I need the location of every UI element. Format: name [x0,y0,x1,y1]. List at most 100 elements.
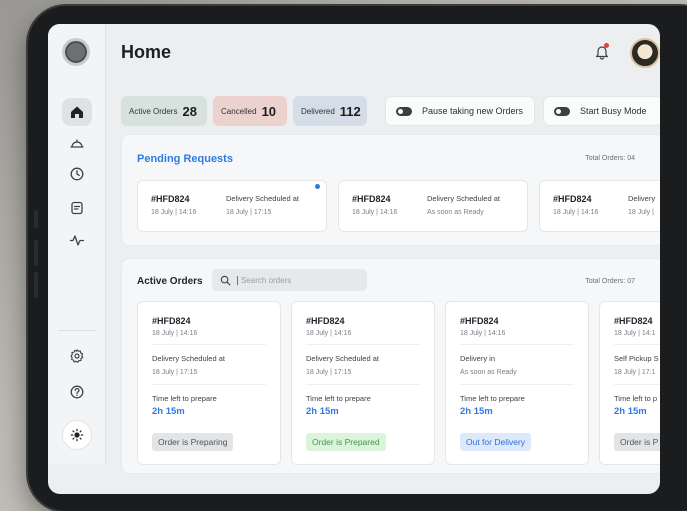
device-volume-up [34,240,38,266]
divider [152,384,266,385]
help-icon [70,385,84,399]
sidebar-divider [58,330,96,331]
toggle-switch[interactable] [396,106,412,116]
sidebar-item-menu[interactable] [62,130,92,158]
order-status-badge[interactable]: Order is Preparing [152,433,234,451]
time-left-value: 2h 15m [152,406,185,417]
stat-label: Cancelled [221,106,257,116]
time-left-label: Time left to prepare [306,394,371,403]
time-left-value: 2h 15m [306,406,339,417]
section-title: Pending Requests [137,153,233,165]
divider [306,344,420,345]
pending-requests-panel: Pending Requests Total Orders: 04 #HFD82… [121,134,660,246]
sidebar-item-reports[interactable] [62,194,92,222]
pending-card[interactable]: #HFD824 18 July | 14:16 Delivery Schedul… [338,180,528,232]
section-title: Active Orders [137,276,203,287]
order-status: Delivery Scheduled at [306,354,379,363]
theme-toggle-button[interactable] [62,420,92,450]
busy-mode-toggle[interactable]: Start Busy Mode [543,96,660,126]
stat-value: 28 [182,103,197,119]
order-status-value: As soon as Ready [427,209,484,216]
order-status: Delivery Scheduled at [226,194,299,203]
order-datetime: 18 July | 14:16 [306,330,352,337]
order-status-value: 18 July | 17:15 [152,369,198,376]
sidebar-item-analytics[interactable] [62,226,92,254]
order-id: #HFD824 [152,316,191,326]
order-card[interactable]: #HFD824 18 July | 14:16 Delivery in As s… [445,301,589,465]
order-datetime: 18 July | 14:16 [152,330,198,337]
order-status: Delivery [628,194,656,203]
order-id: #HFD824 [352,194,391,204]
toggle-switch[interactable] [554,106,570,116]
clock-icon [70,167,84,181]
cloche-icon [70,139,84,148]
stat-value: 112 [339,103,361,119]
order-status: Delivery in [460,354,496,363]
sidebar-item-history[interactable] [62,160,92,188]
device-side-button [34,210,38,228]
sidebar-item-home[interactable] [62,98,92,126]
active-orders-panel: Active Orders Total Orders: 07 #HFD824 1… [121,258,660,474]
app-screen: Home Active Orders 28 Cancelled 10 Deliv… [48,24,660,494]
stat-active-orders[interactable]: Active Orders 28 [121,96,207,126]
unread-dot [315,184,320,189]
divider [460,344,574,345]
search-icon [220,275,231,285]
divider [460,384,574,385]
order-status-badge[interactable]: Order is Prepared [306,433,386,451]
order-datetime: 18 July | 14:16 [151,209,197,216]
device-volume-down [34,272,38,298]
order-card[interactable]: #HFD824 18 July | 14:16 Delivery Schedul… [291,301,435,465]
divider [152,344,266,345]
order-status-value: 18 July | 17:15 [306,369,352,376]
activity-icon [69,235,85,246]
sun-icon [70,428,84,442]
order-datetime: 18 July | 14:16 [352,209,398,216]
order-id: #HFD824 [460,316,499,326]
page-title: Home [121,42,172,62]
order-status-value: 18 July | [628,209,654,216]
order-card[interactable]: #HFD824 18 July | 14:1 Self Pickup S 18 … [599,301,660,465]
order-datetime: 18 July | 14:16 [460,330,506,337]
stat-label: Delivered [301,106,335,116]
time-left-label: Time left to p [614,394,658,403]
order-status-value: 18 July | 17:1 [614,369,656,376]
notification-dot [604,43,609,48]
receipt-icon [71,201,83,215]
toggle-label: Start Busy Mode [580,106,647,116]
search-input[interactable] [237,275,357,285]
stat-delivered[interactable]: Delivered 112 [293,96,367,126]
order-status-badge[interactable]: Order is P [614,433,660,451]
order-id: #HFD824 [553,194,592,204]
pending-card[interactable]: #HFD824 18 July | 14:16 Delivery 18 July… [539,180,660,232]
order-datetime: 18 July | 14:1 [614,330,656,337]
order-status: Delivery Scheduled at [427,194,500,203]
stat-cancelled[interactable]: Cancelled 10 [213,96,287,126]
order-card[interactable]: #HFD824 18 July | 14:16 Delivery Schedul… [137,301,281,465]
home-icon [71,106,83,118]
order-id: #HFD824 [614,316,653,326]
total-orders: Total Orders: 07 [585,278,635,285]
pause-orders-toggle[interactable]: Pause taking new Orders [385,96,535,126]
time-left-value: 2h 15m [460,406,493,417]
order-datetime: 18 July | 14:16 [553,209,599,216]
stat-value: 10 [261,103,277,119]
order-status-value: 18 July | 17:15 [226,209,272,216]
restaurant-logo [62,38,90,66]
divider [306,384,420,385]
search-box[interactable] [212,269,367,291]
settings-icon [70,349,84,363]
divider [614,384,660,385]
order-status-badge[interactable]: Out for Delivery [460,433,532,451]
order-id: #HFD824 [306,316,345,326]
pending-card[interactable]: #HFD824 18 July | 14:16 Delivery Schedul… [137,180,327,232]
time-left-label: Time left to prepare [460,394,525,403]
order-status: Delivery Scheduled at [152,354,225,363]
time-left-value: 2h 15m [614,406,647,417]
sidebar-item-help[interactable] [62,378,92,406]
sidebar-item-settings[interactable] [62,342,92,370]
order-status: Self Pickup S [614,354,659,363]
sidebar [48,24,106,464]
avatar[interactable] [630,38,660,68]
order-id: #HFD824 [151,194,190,204]
